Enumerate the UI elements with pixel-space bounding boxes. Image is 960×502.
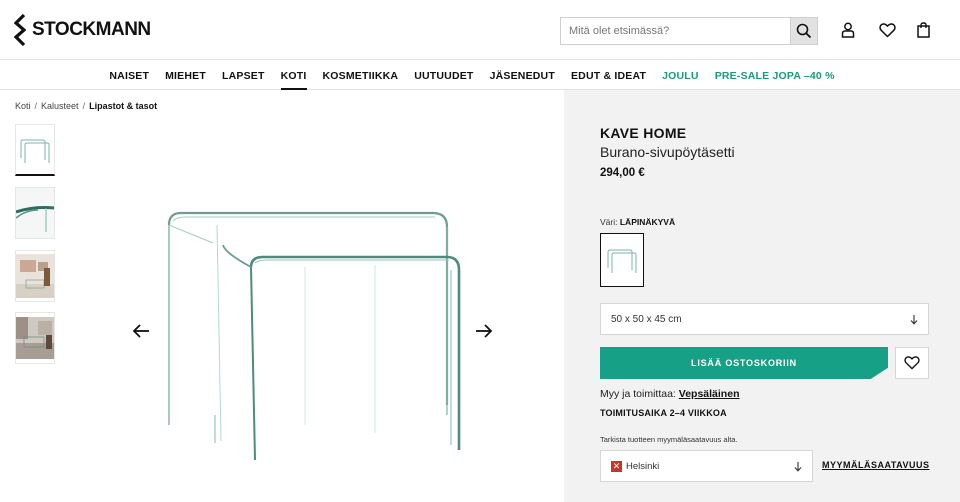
heart-icon	[878, 22, 896, 37]
product-price: 294,00 €	[600, 167, 645, 179]
nav-item-koti[interactable]: KOTI	[273, 61, 315, 90]
seller-link[interactable]: Vepsäläinen	[679, 388, 740, 400]
breadcrumb: Koti / Kalusteet / Lipastot & tasot	[15, 101, 157, 111]
size-select-value: 50 x 50 x 45 cm	[611, 313, 682, 325]
arrow-left-icon	[132, 324, 149, 338]
size-select[interactable]: 50 x 50 x 45 cm	[600, 303, 929, 335]
nav-item-kosmetiikka[interactable]: KOSMETIIKKA	[315, 61, 407, 90]
seller-label: Myy ja toimittaa:	[600, 388, 676, 400]
thumbnail-3[interactable]	[15, 250, 55, 302]
nav-item-jäsenedut[interactable]: JÄSENEDUT	[482, 61, 563, 90]
product-info-panel: KAVE HOME Burano-sivupöytäsetti 294,00 €…	[564, 90, 960, 502]
color-swatch-image	[607, 249, 637, 273]
product-thumbnail-image	[16, 317, 54, 359]
nav-item-joulu[interactable]: JOULU	[654, 61, 707, 90]
add-to-cart-label: LISÄÄ OSTOSKORIIN	[691, 358, 797, 368]
store-select-value: Helsinki	[626, 460, 660, 472]
thumbnail-1[interactable]	[15, 124, 55, 176]
nav-item-edut-ideat[interactable]: EDUT & IDEAT	[563, 61, 654, 90]
product-brand[interactable]: KAVE HOME	[600, 125, 686, 141]
search-bar	[560, 17, 818, 45]
search-input[interactable]	[561, 18, 790, 44]
add-to-cart-button[interactable]: LISÄÄ OSTOSKORIIN	[600, 347, 888, 379]
arrow-down-icon	[910, 314, 918, 325]
color-value: LÄPINÄKYVÄ	[619, 217, 676, 227]
color-swatch[interactable]	[600, 233, 644, 287]
shopping-bag-icon	[916, 22, 930, 38]
product-title: Burano-sivupöytäsetti	[600, 144, 735, 160]
breadcrumb-separator: /	[82, 101, 86, 111]
nav-item-naiset[interactable]: NAISET	[101, 61, 157, 90]
user-icon	[841, 22, 855, 38]
seller-info: Myy ja toimittaa: Vepsäläinen	[600, 388, 739, 400]
cart-button[interactable]	[913, 20, 933, 40]
store-availability-note: Tarkista tuotteen myymäläsaatavuus alta.	[600, 435, 738, 444]
arrow-right-icon	[476, 324, 493, 338]
previous-image-button[interactable]	[131, 321, 151, 341]
next-image-button[interactable]	[474, 321, 494, 341]
color-label-text: Väri:	[600, 217, 618, 227]
breadcrumb-separator: /	[34, 101, 38, 111]
search-icon	[796, 23, 812, 39]
color-label: Väri: LÄPINÄKYVÄ	[600, 217, 675, 227]
nav-item-pre-sale-jopa-40[interactable]: PRE-SALE JOPA –40 %	[707, 61, 843, 90]
delivery-time: TOIMITUSAIKA 2–4 VIIKKOA	[600, 408, 727, 418]
stockmann-logo-mark	[14, 13, 26, 47]
store-availability-link[interactable]: MYYMÄLÄSAATAVUUS	[822, 460, 930, 470]
account-button[interactable]	[838, 20, 858, 40]
store-select[interactable]: ✕ Helsinki	[600, 450, 813, 482]
product-thumbnail-image	[20, 139, 50, 163]
heart-icon	[904, 356, 920, 370]
product-thumbnail-image	[16, 254, 54, 298]
stockmann-logo[interactable]: STOCKMANN	[14, 13, 151, 47]
logo-text: STOCKMANN	[32, 19, 151, 40]
add-to-wishlist-button[interactable]	[895, 347, 929, 379]
breadcrumb-item[interactable]: Koti	[15, 101, 31, 111]
nav-item-miehet[interactable]: MIEHET	[157, 61, 214, 90]
breadcrumb-current: Lipastot & tasot	[89, 101, 158, 111]
main-navigation: NAISET MIEHET LAPSET KOTI KOSMETIIKKA UUTUUDE…	[0, 61, 960, 90]
product-thumbnail-image	[16, 188, 54, 238]
wishlist-button[interactable]	[877, 20, 897, 40]
nav-list: NAISET MIEHET LAPSET KOTI KOSMETIIKKA UUTUUDE…	[101, 61, 843, 90]
main-product-image	[155, 175, 470, 490]
arrow-down-icon	[794, 461, 802, 472]
search-button[interactable]	[790, 18, 817, 44]
breadcrumb-item[interactable]: Kalusteet	[41, 101, 79, 111]
thumbnail-4[interactable]	[15, 312, 55, 364]
nav-item-lapset[interactable]: LAPSET	[214, 61, 273, 90]
site-header: STOCKMANN	[0, 0, 960, 60]
nav-item-uutuudet[interactable]: UUTUUDET	[406, 61, 481, 90]
store-flag-icon: ✕	[611, 460, 622, 472]
thumbnail-2[interactable]	[15, 187, 55, 239]
